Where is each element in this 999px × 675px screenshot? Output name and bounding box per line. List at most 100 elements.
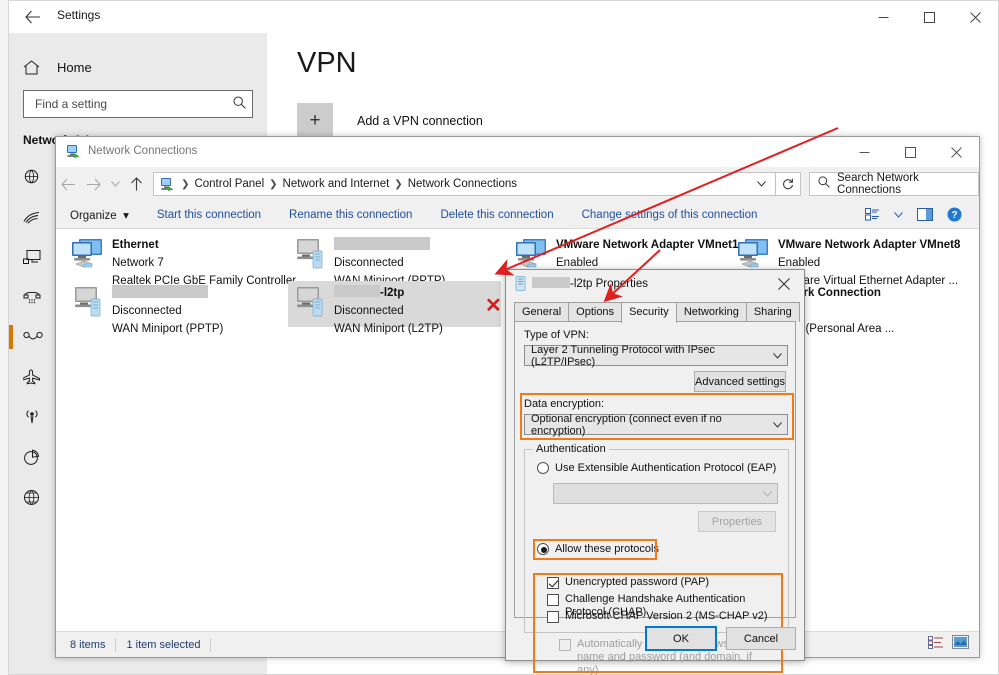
tab-general[interactable]: General: [514, 302, 569, 322]
preview-pane-icon[interactable]: [910, 208, 940, 221]
status-divider: [115, 638, 116, 652]
connection-name: VMware Network Adapter VMnet1: [556, 239, 738, 251]
close-button[interactable]: [933, 137, 979, 167]
close-icon[interactable]: [764, 270, 804, 298]
data-encryption-dropdown[interactable]: Optional encryption (connect even if no …: [524, 414, 788, 435]
settings-titlebar: Settings: [9, 1, 998, 33]
settings-window-controls: [860, 1, 998, 33]
breadcrumb-network-and-internet[interactable]: Network and Internet: [280, 178, 393, 190]
security-tab-panel: Type of VPN: Layer 2 Tunneling Protocol …: [514, 321, 796, 618]
breadcrumb-network-connections[interactable]: Network Connections: [405, 178, 520, 190]
proxy-globe-icon: [23, 489, 49, 506]
search-icon: [818, 175, 830, 193]
list-item[interactable]: Disconnected WAN Miniport (PPTP): [66, 281, 279, 327]
breadcrumb-separator: ❯: [179, 179, 191, 190]
type-of-vpn-value: Layer 2 Tunneling Protocol with IPsec (L…: [531, 344, 768, 368]
search-icon: [233, 96, 246, 112]
network-connections-toolbar: Organize ▾ Start this connection Rename …: [56, 201, 979, 229]
advanced-settings-button[interactable]: Advanced settings: [694, 371, 786, 392]
authentication-legend: Authentication: [533, 443, 609, 455]
tab-security[interactable]: Security: [621, 302, 677, 323]
connection-status: Disconnected: [334, 257, 404, 269]
search-input[interactable]: [23, 90, 253, 118]
minimize-button[interactable]: [841, 137, 887, 167]
details-view-icon[interactable]: [928, 636, 944, 654]
delete-this-connection-button[interactable]: Delete this connection: [426, 209, 567, 221]
start-this-connection-button[interactable]: Start this connection: [143, 209, 275, 221]
large-icons-view-icon[interactable]: [952, 635, 969, 654]
tab-options[interactable]: Options: [568, 302, 622, 322]
minimize-button[interactable]: [860, 1, 906, 33]
type-of-vpn-dropdown[interactable]: Layer 2 Tunneling Protocol with IPsec (L…: [524, 345, 788, 366]
sidebar-item-home[interactable]: Home: [9, 51, 267, 83]
connection-device: WAN Miniport (L2TP): [334, 323, 443, 335]
connection-status: Network 7: [112, 257, 164, 269]
authentication-group: Authentication Use Extensible Authentica…: [524, 449, 789, 633]
organize-label: Organize: [70, 210, 117, 222]
network-connections-title: Network Connections: [88, 145, 197, 157]
status-view-buttons: [928, 635, 979, 654]
toolbar-right-icons: ?: [858, 207, 979, 222]
chevron-down-icon: ▾: [120, 210, 129, 222]
breadcrumb-control-panel[interactable]: Control Panel: [191, 178, 267, 190]
allow-these-protocols-radio[interactable]: Allow these protocols: [537, 543, 659, 555]
list-item-text: Disconnected WAN Miniport (PPTP): [112, 283, 277, 337]
radio-indicator: [537, 543, 549, 555]
search-input-field[interactable]: [33, 96, 233, 112]
connection-device: WAN Miniport (PPTP): [112, 323, 223, 335]
use-eap-label: Use Extensible Authentication Protocol (…: [555, 462, 776, 474]
page-title: VPN: [297, 47, 357, 80]
refresh-button[interactable]: [776, 172, 801, 196]
search-network-connections-input[interactable]: Search Network Connections: [809, 172, 979, 196]
up-arrow-icon[interactable]: [124, 170, 149, 198]
chevron-down-icon: [768, 351, 787, 361]
maximize-button[interactable]: [906, 1, 952, 33]
data-encryption-label: Data encryption:: [524, 398, 604, 410]
allow-these-protocols-label: Allow these protocols: [555, 543, 659, 555]
change-settings-of-this-connection-button[interactable]: Change settings of this connection: [568, 209, 772, 221]
rename-this-connection-button[interactable]: Rename this connection: [275, 209, 426, 221]
help-icon[interactable]: ?: [940, 207, 969, 222]
connection-error-marker: ✕: [485, 293, 502, 318]
list-item[interactable]: Ethernet Network 7 Realtek PCIe GbE Fami…: [66, 233, 279, 279]
view-options-icon[interactable]: [858, 208, 887, 221]
chevron-down-icon[interactable]: [751, 179, 773, 190]
organize-menu-button[interactable]: Organize ▾: [56, 208, 143, 222]
vpn-properties-icon: [514, 276, 527, 296]
add-vpn-connection-button[interactable]: + Add a VPN connection: [297, 103, 483, 139]
use-eap-radio[interactable]: Use Extensible Authentication Protocol (…: [537, 462, 776, 474]
forward-arrow-icon[interactable]: [81, 170, 106, 198]
ok-button[interactable]: OK: [646, 627, 716, 650]
type-of-vpn-label: Type of VPN:: [524, 329, 589, 341]
address-breadcrumb-field[interactable]: ❯ Control Panel ❯ Network and Internet ❯…: [153, 172, 776, 196]
ethernet-icon: [23, 249, 49, 265]
mschapv2-label: Microsoft CHAP Version 2 (MS-CHAP v2): [565, 610, 768, 623]
list-item[interactable]: Disconnected WAN Miniport (PPTP): [288, 233, 501, 279]
connection-status: Enabled: [778, 257, 820, 269]
cancel-button[interactable]: Cancel: [726, 627, 796, 650]
back-arrow-icon[interactable]: [19, 5, 47, 29]
list-item-selected[interactable]: -l2tp Disconnected WAN Miniport (L2TP): [288, 281, 501, 327]
tab-networking[interactable]: Networking: [676, 302, 747, 322]
maximize-button[interactable]: [887, 137, 933, 167]
vpn-icon: [23, 330, 49, 344]
home-icon: [23, 60, 49, 75]
vpn-adapter-icon: [292, 237, 330, 273]
radio-indicator: [537, 462, 549, 474]
back-arrow-icon[interactable]: [56, 170, 81, 198]
chevron-down-icon[interactable]: [887, 212, 910, 218]
checkbox-indicator: [547, 594, 559, 606]
recent-locations-chevron-down-icon[interactable]: [106, 170, 123, 198]
data-encryption-value: Optional encryption (connect even if no …: [531, 413, 768, 437]
network-connections-icon: [66, 144, 81, 164]
vpn-adapter-icon: [292, 285, 330, 321]
close-button[interactable]: [952, 1, 998, 33]
pap-checkbox-row[interactable]: Unencrypted password (PAP): [547, 576, 709, 589]
selection-indicator: [9, 325, 13, 349]
connection-name: VMware Network Adapter VMnet8: [778, 239, 960, 251]
ethernet-adapter-icon: [514, 237, 552, 273]
mschapv2-checkbox-row[interactable]: Microsoft CHAP Version 2 (MS-CHAP v2): [547, 610, 768, 623]
plus-icon: +: [297, 103, 333, 139]
wifi-icon: [23, 210, 49, 225]
tab-sharing[interactable]: Sharing: [746, 302, 800, 322]
